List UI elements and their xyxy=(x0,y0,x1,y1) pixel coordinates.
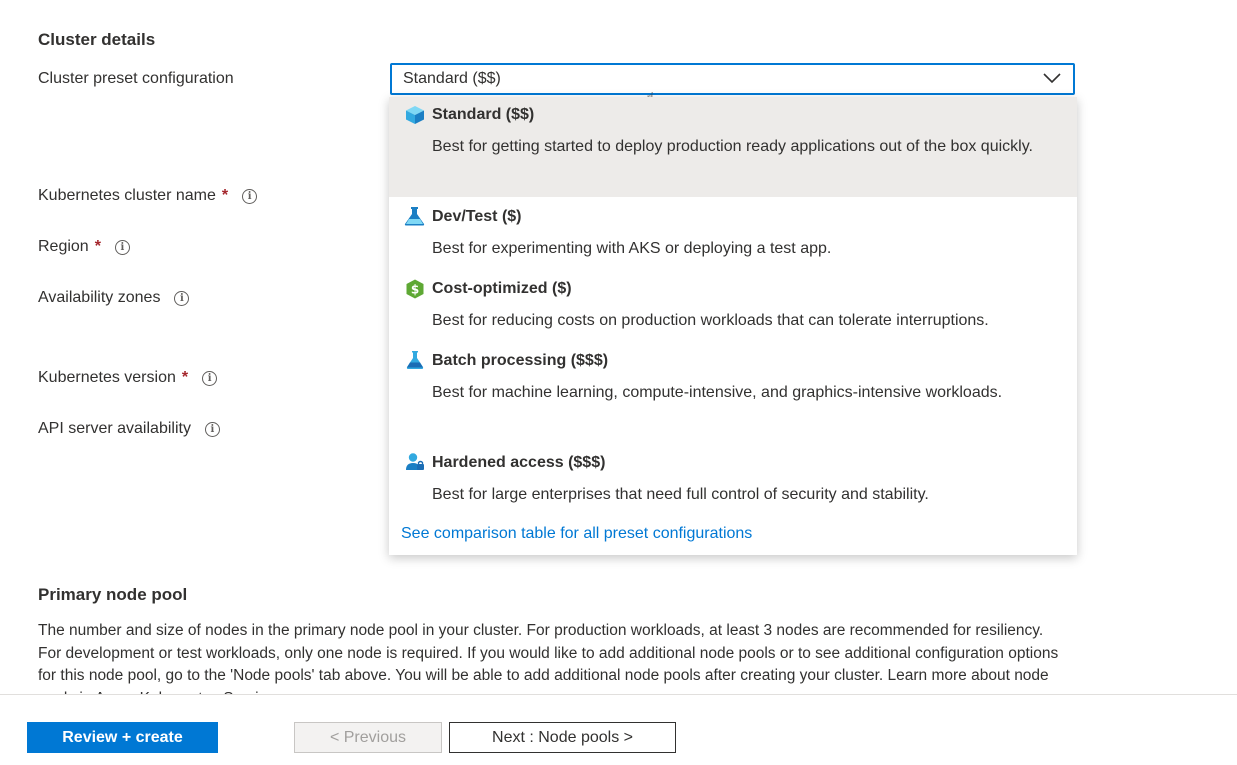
option-title: Cost-optimized ($) xyxy=(432,280,572,297)
preset-option-batch-processing[interactable]: Batch processing ($$$) Best for machine … xyxy=(389,341,1077,443)
option-title: Hardened access ($$$) xyxy=(432,454,606,471)
option-description: Best for machine learning, compute-inten… xyxy=(432,384,1003,401)
info-icon[interactable]: i xyxy=(242,188,258,204)
preset-select[interactable]: Standard ($$) xyxy=(390,63,1075,95)
availability-zones-label-row: Availability zones i xyxy=(38,289,190,307)
footer-bar: Review + create < Previous Next : Node p… xyxy=(0,694,1237,765)
cluster-details-heading: Cluster details xyxy=(38,30,156,49)
option-title: Dev/Test ($) xyxy=(432,208,522,225)
preset-label: Cluster preset configuration xyxy=(38,70,234,87)
option-description: Best for getting started to deploy produ… xyxy=(432,138,1033,155)
availability-zones-label: Availability zones xyxy=(38,289,161,306)
cluster-name-label: Kubernetes cluster name xyxy=(38,187,216,204)
previous-button[interactable]: < Previous xyxy=(294,722,442,753)
kubernetes-version-label-row: Kubernetes version * i xyxy=(38,369,218,387)
region-label-row: Region * i xyxy=(38,238,130,256)
kubernetes-version-label: Kubernetes version xyxy=(38,369,176,386)
region-label: Region xyxy=(38,238,89,255)
preset-option-standard[interactable]: Standard ($$) Best for getting started t… xyxy=(389,97,1077,197)
option-description: Best for large enterprises that need ful… xyxy=(432,486,929,503)
preset-select-value: Standard ($$) xyxy=(403,70,501,87)
review-create-button[interactable]: Review + create xyxy=(27,722,218,753)
info-icon[interactable]: i xyxy=(202,370,218,386)
api-server-label-row: API server availability i xyxy=(38,420,220,438)
required-marker: * xyxy=(94,238,101,255)
option-title: Batch processing ($$$) xyxy=(432,352,609,369)
primary-node-pool-heading: Primary node pool xyxy=(38,585,188,604)
preset-label-row: Cluster preset configuration xyxy=(38,70,234,88)
info-icon[interactable]: i xyxy=(114,239,130,255)
required-marker: * xyxy=(221,187,229,204)
comparison-table-link[interactable]: See comparison table for all preset conf… xyxy=(401,525,752,543)
beaker-icon xyxy=(406,351,424,369)
option-description: Best for experimenting with AKS or deplo… xyxy=(432,240,832,257)
next-node-pools-button[interactable]: Next : Node pools > xyxy=(449,722,676,753)
preset-option-cost-optimized[interactable]: $ Cost-optimized ($) Best for reducing c… xyxy=(389,269,1077,341)
required-marker: * xyxy=(181,369,189,386)
cube-icon xyxy=(406,106,424,124)
node-pool-description: The number and size of nodes in the prim… xyxy=(38,622,1059,694)
svg-text:$: $ xyxy=(411,283,419,297)
info-icon[interactable]: i xyxy=(174,290,190,306)
preset-option-hardened-access[interactable]: Hardened access ($$$) Best for large ent… xyxy=(389,443,1077,515)
flask-icon xyxy=(404,207,425,226)
option-description: Best for reducing costs on production wo… xyxy=(432,312,989,329)
dollar-badge-icon: $ xyxy=(406,279,424,299)
user-lock-icon xyxy=(406,453,424,470)
preset-dropdown-list: Standard ($$) Best for getting started t… xyxy=(389,97,1077,555)
chevron-down-icon xyxy=(1043,73,1061,84)
cluster-name-label-row: Kubernetes cluster name * i xyxy=(38,187,258,205)
api-server-label: API server availability xyxy=(38,420,191,437)
preset-option-dev-test[interactable]: Dev/Test ($) Best for experimenting with… xyxy=(389,197,1077,269)
info-icon[interactable]: i xyxy=(204,421,220,437)
option-title: Standard ($$) xyxy=(432,106,535,123)
